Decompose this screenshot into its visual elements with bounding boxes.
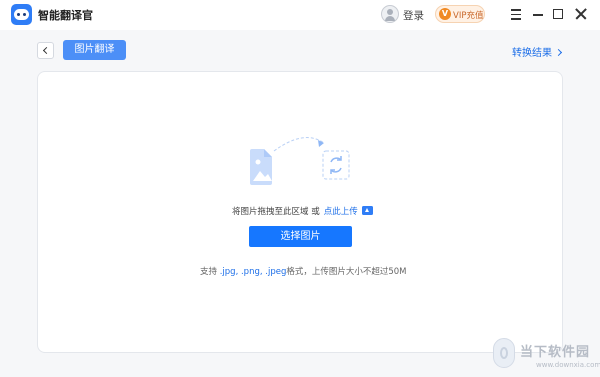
watermark-name: 当下软件园	[520, 345, 591, 360]
conversion-results-label: 转换结果	[512, 48, 552, 59]
user-avatar-icon[interactable]	[381, 5, 399, 23]
close-icon[interactable]	[573, 6, 589, 22]
conversion-results-link[interactable]: 转换结果	[512, 44, 563, 59]
image-icon	[250, 149, 272, 185]
title-bar: 智能翻译官 登录 V VIP充值	[0, 0, 600, 30]
format-list: .jpg, .png, .jpeg	[219, 267, 287, 277]
supported-formats-text: 支持 .jpg, .png, .jpeg格式，上传图片大小不超过50M	[200, 267, 407, 277]
upload-illustration	[250, 137, 350, 185]
select-image-button[interactable]: 选择图片	[249, 226, 352, 247]
refresh-icon	[322, 150, 350, 180]
menu-icon[interactable]	[508, 6, 524, 22]
click-upload-link[interactable]: 点此上传	[324, 207, 358, 217]
upload-icon[interactable]	[361, 206, 373, 215]
watermark-logo-icon	[493, 338, 515, 368]
vip-badge-icon: V	[439, 8, 451, 20]
watermark-url: www.downxia.com	[536, 361, 600, 369]
chevron-right-icon	[554, 48, 563, 57]
login-link[interactable]: 登录	[403, 8, 424, 23]
vip-label: VIP充值	[453, 11, 484, 21]
minimize-icon[interactable]	[530, 6, 546, 22]
drop-hint: 将图片拖拽至此区域 或点此上传	[232, 205, 373, 217]
chevron-left-icon	[42, 46, 51, 55]
drop-hint-text: 将图片拖拽至此区域 或	[232, 207, 320, 217]
maximize-icon[interactable]	[550, 6, 566, 22]
vip-recharge-button[interactable]: V VIP充值	[435, 5, 485, 23]
back-button[interactable]	[37, 42, 54, 59]
tab-image-translate[interactable]: 图片翻译	[63, 40, 126, 60]
app-logo-icon	[11, 4, 32, 25]
app-title: 智能翻译官	[38, 9, 93, 22]
site-watermark: 当下软件园 www.downxia.com	[493, 335, 600, 377]
